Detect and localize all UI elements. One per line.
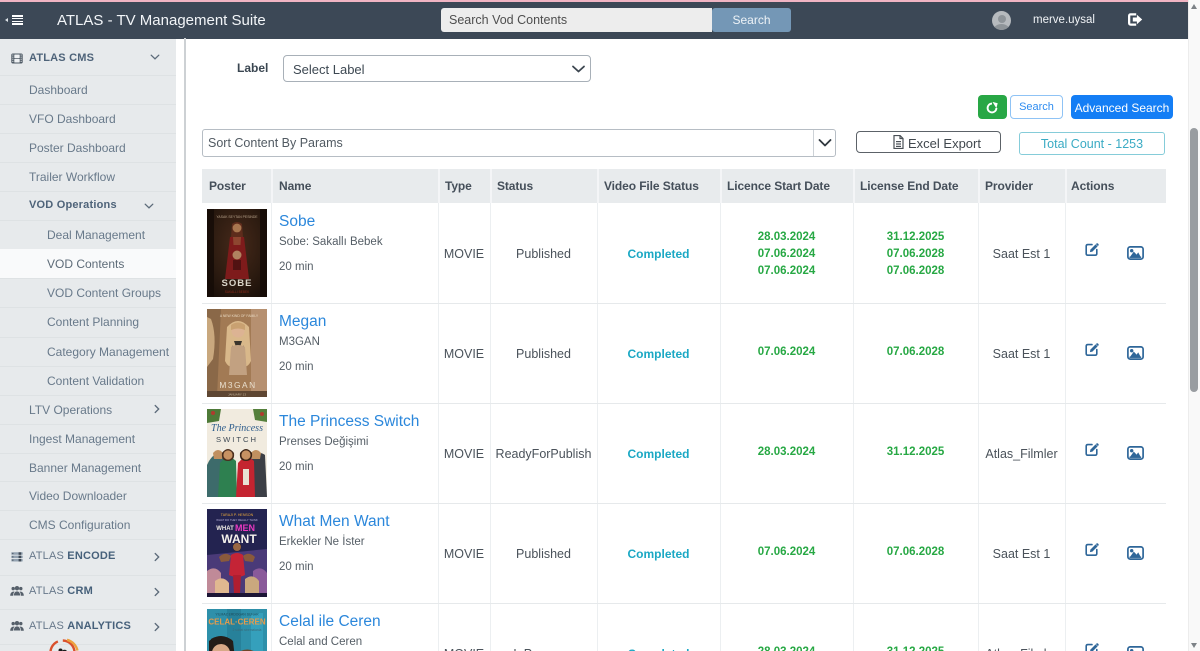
svg-text:CELAL·CEREN: CELAL·CEREN [208, 618, 266, 627]
svg-text:WHAT DO THEY REALLY THINK: WHAT DO THEY REALLY THINK [216, 518, 258, 522]
svg-text:M3GAN: M3GAN [219, 380, 256, 390]
svg-text:SAKALLI BEBEK: SAKALLI BEBEK [225, 290, 250, 294]
svg-text:TARAJI P. HENSON: TARAJI P. HENSON [221, 513, 254, 517]
svg-text:JANUARY 13: JANUARY 13 [228, 393, 246, 397]
svg-text:2 subat sinemalarda: 2 subat sinemalarda [233, 628, 262, 632]
svg-text:SWITCH: SWITCH [216, 435, 258, 444]
svg-text:YASAK SEYTAN PESINDE: YASAK SEYTAN PESINDE [216, 215, 258, 219]
svg-text:A NEW KIND OF FAMILY: A NEW KIND OF FAMILY [220, 314, 259, 318]
svg-text:YILMAZ ERDOGAN SUNAR: YILMAZ ERDOGAN SUNAR [215, 613, 259, 617]
svg-text:The Princess: The Princess [211, 423, 263, 434]
svg-text:SOBE: SOBE [222, 278, 253, 289]
